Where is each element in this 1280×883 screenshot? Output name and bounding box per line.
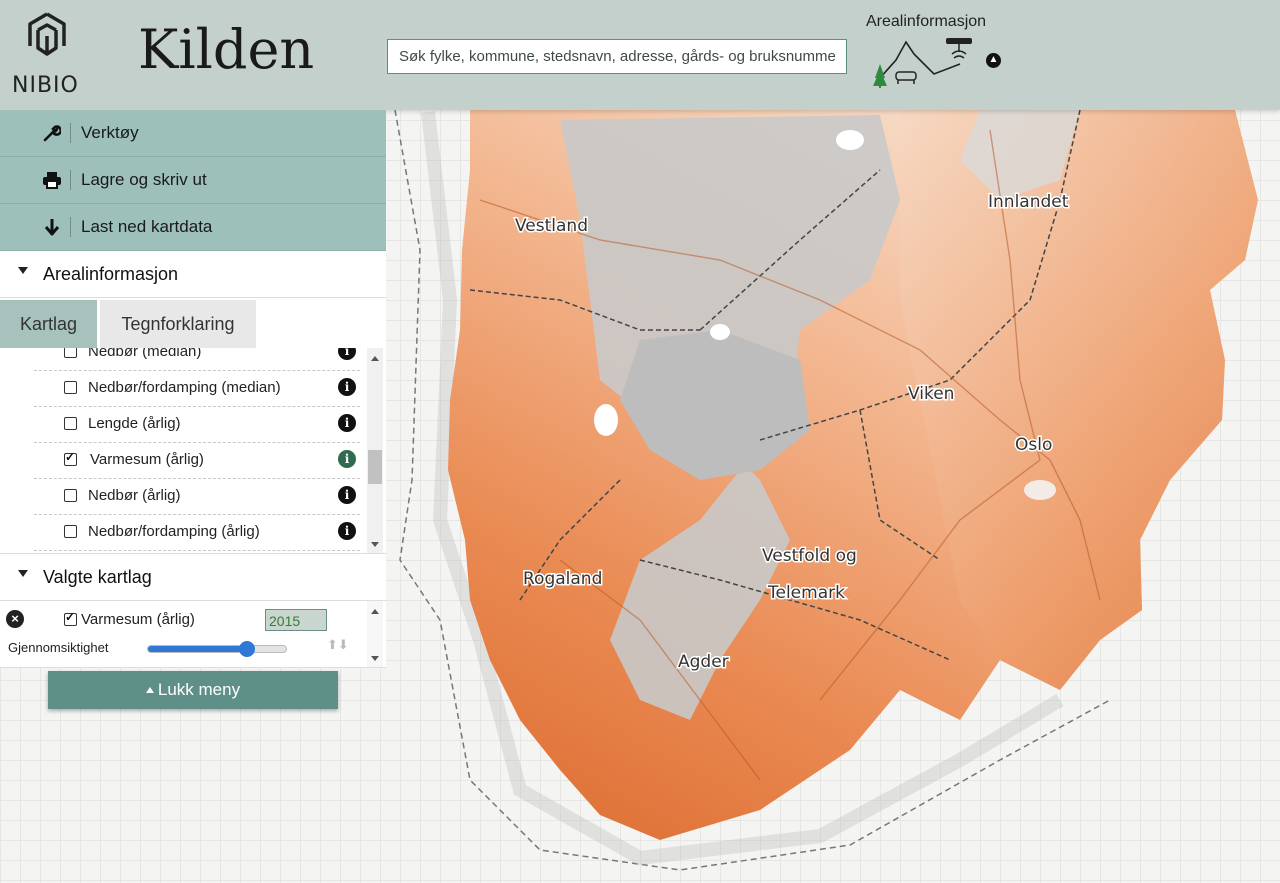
tool-label: Verktøy bbox=[81, 123, 139, 142]
tab-bar: Kartlag Tegnforklaring bbox=[0, 298, 386, 348]
opacity-slider-fill bbox=[148, 646, 248, 652]
opacity-label: Gjennomsiktighet bbox=[8, 640, 109, 655]
label-rogaland: Rogaland bbox=[523, 569, 602, 589]
info-icon[interactable]: i bbox=[338, 378, 356, 396]
wrench-icon bbox=[42, 123, 62, 143]
layer-checkbox[interactable] bbox=[64, 489, 77, 502]
lake bbox=[594, 404, 618, 436]
search-input[interactable] bbox=[387, 39, 847, 74]
layer-label: Lengde (årlig) bbox=[88, 415, 181, 432]
tool-label: Last ned kartdata bbox=[81, 217, 213, 236]
layer-item[interactable]: Nedbør/fordamping (median) i bbox=[34, 370, 360, 407]
layer-checkbox[interactable] bbox=[64, 525, 77, 538]
section-title: Valgte kartlag bbox=[43, 567, 152, 587]
section-arealinformasjon[interactable]: Arealinformasjon bbox=[0, 251, 386, 298]
layer-checkbox-checked[interactable] bbox=[64, 450, 77, 466]
tool-verktoy[interactable]: Verktøy bbox=[0, 110, 386, 157]
app-title[interactable]: Kilden bbox=[138, 18, 314, 81]
close-menu-button[interactable]: Lukk meny bbox=[48, 671, 338, 709]
section-title: Arealinformasjon bbox=[43, 264, 179, 284]
caret-down-icon bbox=[18, 267, 28, 274]
lake bbox=[710, 324, 730, 340]
info-icon[interactable]: i bbox=[338, 522, 356, 540]
selected-list-scrollbar[interactable] bbox=[367, 601, 383, 667]
selected-layer-panel: × Varmesum (årlig) 2015 Gjennomsiktighet… bbox=[0, 601, 386, 668]
layer-checkbox[interactable] bbox=[64, 348, 77, 358]
selected-layer-name: Varmesum (årlig) bbox=[81, 611, 195, 628]
caret-down-icon bbox=[18, 570, 28, 577]
scrollbar-thumb[interactable] bbox=[368, 450, 382, 484]
info-icon[interactable]: i bbox=[338, 414, 356, 432]
label-innlandet: Innlandet bbox=[988, 192, 1069, 212]
nibio-logo-icon[interactable] bbox=[22, 10, 72, 60]
label-vestfold: Vestfold og bbox=[762, 546, 857, 566]
download-arrow-icon bbox=[42, 217, 62, 237]
info-icon[interactable]: i bbox=[338, 348, 356, 360]
theme-illustration-icon[interactable] bbox=[868, 34, 988, 90]
scroll-up-icon[interactable] bbox=[371, 356, 379, 361]
theme-title[interactable]: Arealinformasjon bbox=[866, 13, 986, 31]
opacity-slider-handle[interactable] bbox=[239, 641, 256, 657]
label-telemark: Telemark bbox=[767, 583, 845, 603]
tab-kartlag[interactable]: Kartlag bbox=[0, 300, 97, 348]
info-icon[interactable]: i bbox=[338, 486, 356, 504]
divider bbox=[70, 170, 71, 190]
label-oslo: Oslo bbox=[1015, 435, 1052, 455]
printer-icon bbox=[42, 170, 62, 190]
lake bbox=[1024, 480, 1056, 500]
divider bbox=[70, 123, 71, 143]
caret-up-icon bbox=[145, 687, 154, 693]
layer-item[interactable]: Nedbør (median) i bbox=[34, 348, 360, 371]
section-valgte-kartlag[interactable]: Valgte kartlag bbox=[0, 553, 386, 601]
layer-label: Nedbør/fordamping (årlig) bbox=[88, 523, 260, 540]
label-vestland: Vestland bbox=[515, 216, 588, 236]
layer-label: Nedbør (median) bbox=[88, 348, 202, 360]
label-agder: Agder bbox=[678, 652, 729, 672]
layer-label: Varmesum (årlig) bbox=[90, 451, 204, 468]
tool-lagre-skriv-ut[interactable]: Lagre og skriv ut bbox=[0, 157, 386, 204]
lake bbox=[836, 130, 864, 150]
scroll-down-icon[interactable] bbox=[371, 656, 379, 661]
reorder-arrows-icon[interactable]: ⬆⬇ bbox=[327, 637, 349, 653]
tool-last-ned[interactable]: Last ned kartdata bbox=[0, 204, 386, 251]
layer-list-scrollbar[interactable] bbox=[367, 348, 383, 553]
layer-checkbox[interactable] bbox=[64, 417, 77, 430]
remove-layer-icon[interactable]: × bbox=[6, 610, 24, 628]
layer-label: Nedbør/fordamping (median) bbox=[88, 379, 281, 396]
layer-item[interactable]: Nedbør/fordamping (årlig) i bbox=[34, 514, 360, 551]
tab-tegnforklaring[interactable]: Tegnforklaring bbox=[100, 300, 256, 348]
divider bbox=[70, 217, 71, 237]
layer-item[interactable]: Nedbør (årlig) i bbox=[34, 478, 360, 515]
scroll-down-icon[interactable] bbox=[371, 542, 379, 547]
year-select[interactable]: 2015 bbox=[265, 609, 327, 631]
label-viken: Viken bbox=[908, 384, 954, 404]
layer-label: Nedbør (årlig) bbox=[88, 487, 181, 504]
app-header: NIBIO Kilden Arealinformasjon ▲ bbox=[0, 0, 1280, 110]
info-icon[interactable]: i bbox=[338, 450, 356, 468]
org-name: NIBIO bbox=[12, 73, 79, 98]
layer-checkbox[interactable] bbox=[64, 381, 77, 394]
scroll-up-icon[interactable] bbox=[371, 609, 379, 614]
layer-item[interactable]: Varmesum (årlig) i bbox=[34, 442, 360, 479]
tool-label: Lagre og skriv ut bbox=[81, 170, 207, 189]
layer-item[interactable]: Lengde (årlig) i bbox=[34, 406, 360, 443]
close-menu-label: Lukk meny bbox=[157, 680, 241, 699]
opacity-slider[interactable] bbox=[147, 641, 287, 657]
layer-list: Nedbør (median) i Nedbør/fordamping (med… bbox=[0, 348, 386, 553]
selected-layer-checkbox[interactable] bbox=[64, 610, 77, 626]
theme-collapse-icon[interactable]: ▲ bbox=[986, 53, 1001, 68]
sidebar-menu: Verktøy Lagre og skriv ut Last ned kartd… bbox=[0, 110, 386, 668]
